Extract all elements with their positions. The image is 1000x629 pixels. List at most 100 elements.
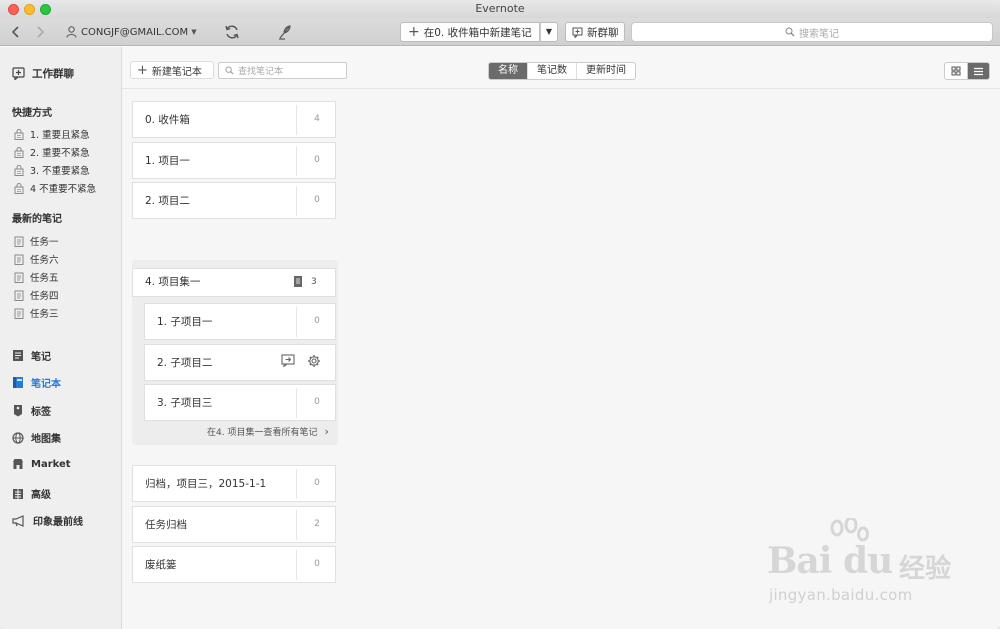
notebook-count: 0 [314, 316, 320, 326]
globe-icon [12, 431, 24, 444]
zoom-window-button[interactable] [40, 4, 51, 15]
chevron-left-icon [11, 26, 19, 38]
stack-name: 4. 项目集一 [145, 276, 201, 288]
window-title: Evernote [475, 2, 525, 15]
watermark-url: jingyan.baidu.com [769, 586, 913, 604]
sub-notebook-card[interactable]: 2. 子项目二 [144, 344, 336, 381]
new-note-dropdown[interactable]: ▼ [540, 22, 558, 42]
notebook-card[interactable]: 1. 项目一 0 [132, 142, 336, 179]
notebook-card[interactable]: 0. 收件箱 4 [132, 101, 336, 138]
market-label: Market [31, 458, 71, 470]
notebook-count: 0 [314, 559, 320, 569]
sort-by-note-count[interactable]: 笔记数 [527, 63, 576, 79]
minimize-window-button[interactable] [24, 4, 35, 15]
sort-by-updated[interactable]: 更新时间 [576, 63, 635, 79]
note-icon [14, 254, 24, 265]
sidebar: 工作群聊 快捷方式 1. 重要且紧急 2. 重要不紧急 3. 不重要紧急 4 不… [0, 47, 122, 629]
search-icon [225, 66, 234, 75]
notebook-card[interactable]: 任务归档 2 [132, 506, 336, 543]
notebook-search-placeholder: 查找笔记本 [238, 67, 284, 77]
new-note-button[interactable]: + 在0. 收件箱中新建笔记 [400, 22, 540, 42]
new-notebook-button[interactable]: + 新建笔记本 [130, 61, 214, 79]
share-notebook-button[interactable] [281, 354, 295, 370]
note-icon [14, 290, 24, 301]
work-chat-label: 工作群聊 [32, 68, 74, 80]
account-menu[interactable]: CONGJF@GMAIL.COM ▼ [66, 25, 197, 39]
notebook-count: 0 [314, 195, 320, 205]
sync-button[interactable] [223, 23, 241, 41]
megaphone-icon [12, 514, 24, 527]
stack-header[interactable]: 4. 项目集一 3 [132, 268, 336, 297]
shortcut-item[interactable]: 1. 重要且紧急 [14, 127, 90, 141]
forward-button[interactable] [32, 23, 48, 41]
sub-notebook-card[interactable]: 3. 子项目三 0 [144, 384, 336, 421]
new-chat-button[interactable]: 新群聊 [565, 22, 625, 42]
activity-button[interactable] [276, 23, 294, 41]
shortcut-item[interactable]: 2. 重要不紧急 [14, 145, 90, 159]
shortcut-item[interactable]: 3. 不重要紧急 [14, 163, 90, 177]
new-note-label: 在0. 收件箱中新建笔记 [423, 26, 532, 39]
notebook-name: 任务归档 [145, 519, 187, 531]
sub-notebook-card[interactable]: 1. 子项目一 0 [144, 303, 336, 340]
sidebar-item-premium[interactable]: 高级 [12, 486, 51, 501]
view-mode-control [944, 62, 990, 80]
sort-by-name[interactable]: 名称 [489, 63, 527, 79]
notebook-name: 2. 项目二 [145, 195, 190, 207]
back-button[interactable] [8, 23, 24, 41]
notebook-card[interactable]: 废纸篓 0 [132, 546, 336, 583]
notebook-card[interactable]: 归档，项目三，2015-1-1 0 [132, 465, 336, 502]
sort-segmented-control: 名称 笔记数 更新时间 [488, 62, 636, 80]
shortcuts-heading: 快捷方式 [12, 108, 52, 119]
notes-icon [13, 350, 23, 361]
recent-note-label: 任务三 [30, 309, 59, 320]
user-icon [66, 26, 77, 38]
sync-icon [225, 25, 239, 39]
search-notes-input[interactable]: 搜索笔记 [631, 22, 993, 42]
stack-count: 3 [311, 277, 317, 287]
chevron-down-icon: ▼ [545, 27, 553, 36]
atlas-label: 地图集 [31, 434, 61, 445]
notebook-count: 2 [314, 519, 320, 529]
caret-down-icon: ▼ [191, 28, 197, 36]
notebook-card[interactable]: 2. 项目二 0 [132, 182, 336, 219]
list-icon [974, 67, 983, 75]
notebook-count: 0 [314, 155, 320, 165]
sidebar-item-notes[interactable]: 笔记 [12, 348, 51, 363]
sidebar-item-notebooks[interactable]: 笔记本 [12, 375, 61, 390]
shortcut-label: 4 不重要不紧急 [30, 184, 97, 195]
notebook-icon [13, 377, 23, 388]
note-icon [14, 236, 24, 247]
shortcut-label: 2. 重要不紧急 [30, 148, 90, 159]
notebook-search-input[interactable]: 查找笔记本 [218, 62, 347, 79]
recent-note-item[interactable]: 任务六 [14, 252, 59, 266]
sidebar-item-tags[interactable]: 标签 [12, 403, 51, 418]
app-window: Evernote CONGJF@GMAIL.COM ▼ + 在0. 收件箱中新建… [0, 0, 1000, 629]
notebook-name: 2. 子项目二 [157, 357, 213, 369]
stack-icon [294, 276, 302, 287]
recent-note-item[interactable]: 任务四 [14, 288, 59, 302]
sidebar-item-frontline[interactable]: 印象最前线 [12, 513, 83, 528]
search-placeholder: 搜索笔记 [799, 28, 839, 40]
notes-label: 笔记 [31, 352, 51, 363]
grid-view-button[interactable] [945, 63, 967, 79]
view-all-stack-notes-link[interactable]: 在4. 项目集一查看所有笔记 › [207, 425, 329, 438]
sidebar-item-atlas[interactable]: 地图集 [12, 430, 61, 445]
recent-note-item[interactable]: 任务三 [14, 306, 59, 320]
baidu-watermark: Bai du 经验 jingyan.baidu.com [765, 518, 995, 613]
list-view-button[interactable] [967, 63, 989, 79]
notebook-settings-button[interactable] [307, 354, 321, 371]
sidebar-item-work-chat[interactable]: 工作群聊 [12, 66, 74, 81]
watermark-cn: 经验 [899, 554, 952, 584]
premium-label: 高级 [31, 490, 51, 501]
plus-icon: + [137, 62, 148, 78]
chat-icon [572, 27, 583, 38]
sidebar-item-market[interactable]: Market [12, 458, 71, 470]
shortcut-label: 3. 不重要紧急 [30, 166, 90, 177]
shortcut-item[interactable]: 4 不重要不紧急 [14, 181, 96, 195]
shortcut-lock-icon [14, 182, 24, 194]
close-window-button[interactable] [8, 4, 19, 15]
shortcut-lock-icon [14, 128, 24, 140]
title-bar: Evernote [0, 0, 1000, 18]
recent-note-item[interactable]: 任务五 [14, 270, 59, 284]
recent-note-item[interactable]: 任务一 [14, 234, 59, 248]
